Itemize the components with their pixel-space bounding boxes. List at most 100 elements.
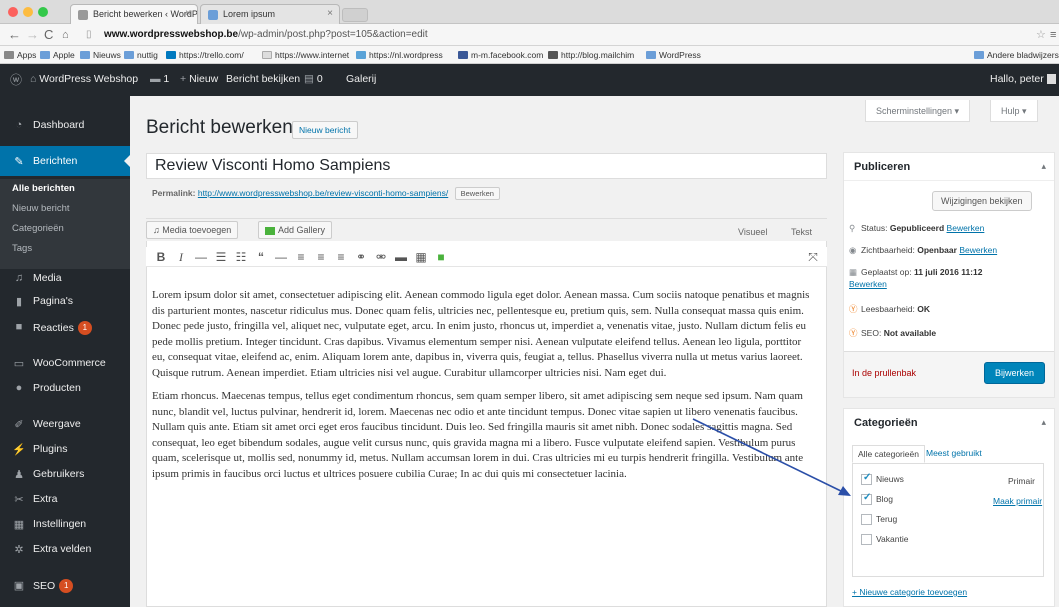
bookmark-link[interactable]: m-m.facebook.com [458,49,543,61]
edit-status-link[interactable]: Bewerken [947,223,985,233]
category-item[interactable]: Nieuws [861,472,904,486]
bookmark-label: https://trello.com/ [179,50,244,60]
bookmark-link[interactable]: http://blog.mailchim [548,49,634,61]
forward-icon[interactable]: → [26,27,39,43]
editor-content[interactable]: Lorem ipsum dolor sit amet, consectetuer… [152,288,812,490]
sidebar-item-seo[interactable]: ▣ SEO 1 [0,570,130,600]
submenu-all-posts[interactable]: Alle berichten [12,183,75,194]
horizontal-line-icon[interactable]: — [274,250,288,264]
strikethrough-icon[interactable]: — [194,250,208,264]
categories-heading: Categorieën ▴ [844,409,1054,437]
submenu-categories[interactable]: Categorieën [12,223,64,234]
sidebar-item-comments[interactable]: ■ Reacties 1 [0,312,130,342]
minimize-window-icon[interactable] [23,7,33,17]
sidebar-item-label: Pagina's [33,295,73,307]
woo-count: 0 [316,73,323,85]
help-button[interactable]: Hulp ▾ [990,100,1038,122]
fullscreen-icon[interactable]: ⤧ [806,250,820,264]
preview-changes-button[interactable]: Wijzigingen bekijken [932,191,1032,211]
submenu-new-post[interactable]: Nieuw bericht [12,203,70,214]
view-post-link[interactable]: Bericht bekijken [226,73,300,85]
collapse-icon[interactable]: ▴ [1041,161,1046,172]
align-center-icon[interactable]: ≡ [314,250,328,264]
align-right-icon[interactable]: ≡ [334,250,348,264]
new-post-button[interactable]: Nieuw bericht [292,121,358,139]
tab-text[interactable]: Tekst [791,227,812,237]
sidebar-item-berichten[interactable]: ✎ Berichten [0,146,131,176]
checkbox[interactable] [861,514,872,526]
add-gallery-button[interactable]: Add Gallery [258,221,333,239]
reload-icon[interactable]: C [44,27,53,43]
new-tab-button[interactable] [342,8,368,22]
tab-popular-categories[interactable]: Meest gebruikt [926,448,982,458]
unlink-icon[interactable]: ⚮ [374,250,388,264]
checkbox[interactable] [861,534,872,546]
woocommerce-link[interactable]: ▤ 0 [304,73,323,85]
align-left-icon[interactable]: ≡ [294,250,308,264]
numbered-list-icon[interactable]: ☷ [234,250,248,264]
browser-tab[interactable]: Lorem ipsum × [200,4,340,24]
tab-visual[interactable]: Visueel [738,227,767,237]
edit-visibility-link[interactable]: Bewerken [959,245,997,255]
bookmark-folder[interactable]: Apple [40,49,75,61]
site-name-link[interactable]: ⌂ WordPress Webshop [30,73,138,85]
edit-date-link[interactable]: Bewerken [849,279,887,289]
gallery-link[interactable]: Galerij [346,73,376,85]
screen-options-button[interactable]: Scherminstellingen ▾ [865,100,971,122]
bookmark-link[interactable]: https://trello.com/ [166,49,244,61]
toolbar-toggle-icon[interactable]: ▦ [414,250,428,264]
bookmark-link[interactable]: https://nl.wordpress [356,49,443,61]
checkbox-checked[interactable] [861,472,872,486]
seo-label: SEO: [861,328,882,338]
bookmark-apps[interactable]: Apps [4,49,36,61]
checkbox-checked[interactable] [861,492,872,506]
sidebar-item-products[interactable]: ● Producten [0,373,130,403]
browser-tab-active[interactable]: Bericht bewerken ‹ WordP × [70,4,198,24]
admin-sidebar: ◔ Dashboard ✎ Berichten Alle berichten Nie… [0,96,131,607]
wrench-icon: ✂ [14,494,24,506]
trash-link[interactable]: In de prullenbak [852,368,916,378]
account-menu[interactable]: Hallo, peter [990,73,1056,85]
home-icon[interactable]: ⌂ [62,27,69,43]
edit-permalink-button[interactable]: Bewerken [454,187,500,200]
address-bar[interactable]: www.wordpresswebshop.be/wp-admin/post.ph… [104,27,1034,43]
other-bookmarks[interactable]: Andere bladwijzers [974,49,1059,61]
bullet-list-icon[interactable]: ☰ [214,250,228,264]
bookmark-folder[interactable]: WordPress [646,49,701,61]
add-media-button[interactable]: ♫ Media toevoegen [146,221,239,239]
maximize-window-icon[interactable] [38,7,48,17]
eye-icon: ◉ [849,245,857,255]
category-item[interactable]: Terug [861,514,897,526]
category-item[interactable]: Vakantie [861,534,908,546]
collapse-icon[interactable]: ▴ [1041,417,1046,428]
read-more-icon[interactable]: ▬ [394,250,408,264]
blockquote-icon[interactable]: “ [254,250,268,264]
bookmark-link[interactable]: https://www.internet [262,49,349,61]
tab-all-categories[interactable]: Alle categorieën [852,445,925,463]
wordpress-logo-icon[interactable]: ⓦ [10,71,22,88]
bookmark-folder[interactable]: nuttig [124,49,158,61]
bookmark-folder[interactable]: Nieuws [80,49,121,61]
submenu-tags[interactable]: Tags [12,243,32,254]
add-category-link[interactable]: + Nieuwe categorie toevoegen [852,587,967,597]
close-window-icon[interactable] [8,7,18,17]
close-tab-icon[interactable]: × [185,8,191,19]
menu-icon[interactable]: ≡ [1050,27,1056,43]
editor-toolbar: B I — ☰ ☷ “ — ≡ ≡ ≡ ⚭ ⚮ ▬ ▦ ■ ⤧ [146,247,827,267]
bold-icon[interactable]: B [154,250,168,264]
make-primary-link[interactable]: Maak primair [993,496,1042,506]
post-title-input[interactable]: Review Visconti Homo Sampiens [146,153,827,179]
update-button[interactable]: Bijwerken [984,362,1046,384]
sidebar-item-dashboard[interactable]: ◔ Dashboard [0,110,130,140]
sidebar-item-custom-fields[interactable]: ✲ Extra velden [0,534,130,564]
category-item[interactable]: Blog [861,492,893,506]
comments-link[interactable]: ▬ 1 [150,73,169,85]
permalink-link[interactable]: http://www.wordpresswebshop.be/review-vi… [198,188,448,198]
link-icon[interactable]: ⚭ [354,250,368,264]
star-icon[interactable]: ☆ [1036,27,1046,43]
back-icon[interactable]: ← [8,27,21,43]
close-tab-icon[interactable]: × [327,8,333,19]
gallery-icon[interactable]: ■ [434,250,448,264]
italic-icon[interactable]: I [174,250,188,264]
new-content-link[interactable]: + Nieuw [180,73,218,85]
